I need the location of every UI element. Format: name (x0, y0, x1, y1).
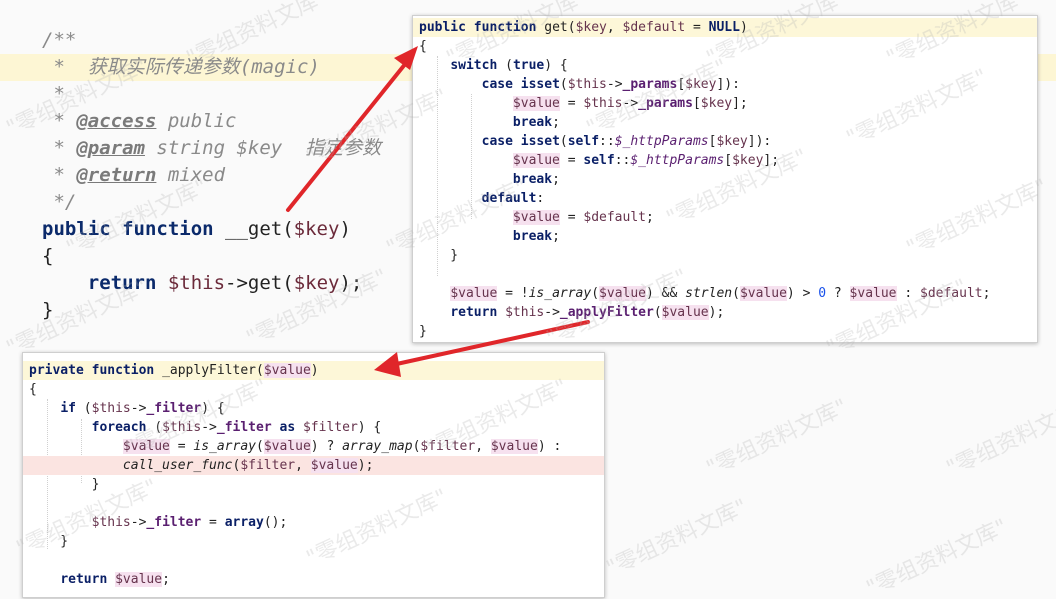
code-line: foreach ($this->_filter as $filter) { (91, 420, 382, 435)
watermark-text: "零组资料文库" (942, 394, 1056, 482)
code-line: } (419, 324, 427, 339)
code-line: { (29, 382, 37, 397)
code-line: return $value; (60, 572, 170, 587)
code-line: if ($this->_filter) { (60, 401, 225, 416)
code-line: } (419, 248, 459, 263)
code-line: break; (512, 115, 560, 130)
code-line: } (29, 477, 100, 492)
code-line: $value = is_array($value) ? array_map($f… (122, 439, 562, 454)
code-line: $value = $default; (512, 210, 654, 225)
code-line: $value = $this->_params[$key]; (512, 96, 748, 111)
code-line: $value = self::$_httpParams[$key]; (512, 153, 780, 168)
code-line: break; (512, 229, 560, 244)
code-line: break; (512, 172, 560, 187)
code-line: { (419, 39, 427, 54)
code-line: default: (481, 191, 545, 206)
code-line: case isset(self::$_httpParams[$key]): (481, 134, 772, 149)
code-line: $value = !is_array($value) && strlen($va… (450, 286, 991, 301)
code-line: public function get($key, $default = NUL… (413, 18, 1037, 37)
watermark-text: "零组资料文库" (862, 514, 1012, 599)
screenshot-canvas: /** * 获取实际传递参数(magic) * * @access public… (0, 0, 1056, 599)
code-line: $this->_filter = array(); (91, 515, 288, 530)
code-line: private function _applyFilter($value) (23, 361, 604, 380)
code-line: } (29, 534, 69, 549)
watermark-text: "零组资料文库" (602, 494, 752, 582)
code-line: case isset($this->_params[$key]): (481, 77, 740, 92)
code-panel-get: public function get($key, $default = NUL… (412, 15, 1038, 343)
code-line: call_user_func($filter, $value); (23, 456, 604, 475)
code-line: switch (true) { (450, 58, 568, 73)
code-line: return $this->_applyFilter($value); (450, 305, 725, 320)
code-panel-apply-filter: private function _applyFilter($value) { i… (22, 352, 605, 598)
watermark-text: "零组资料文库" (702, 394, 852, 482)
